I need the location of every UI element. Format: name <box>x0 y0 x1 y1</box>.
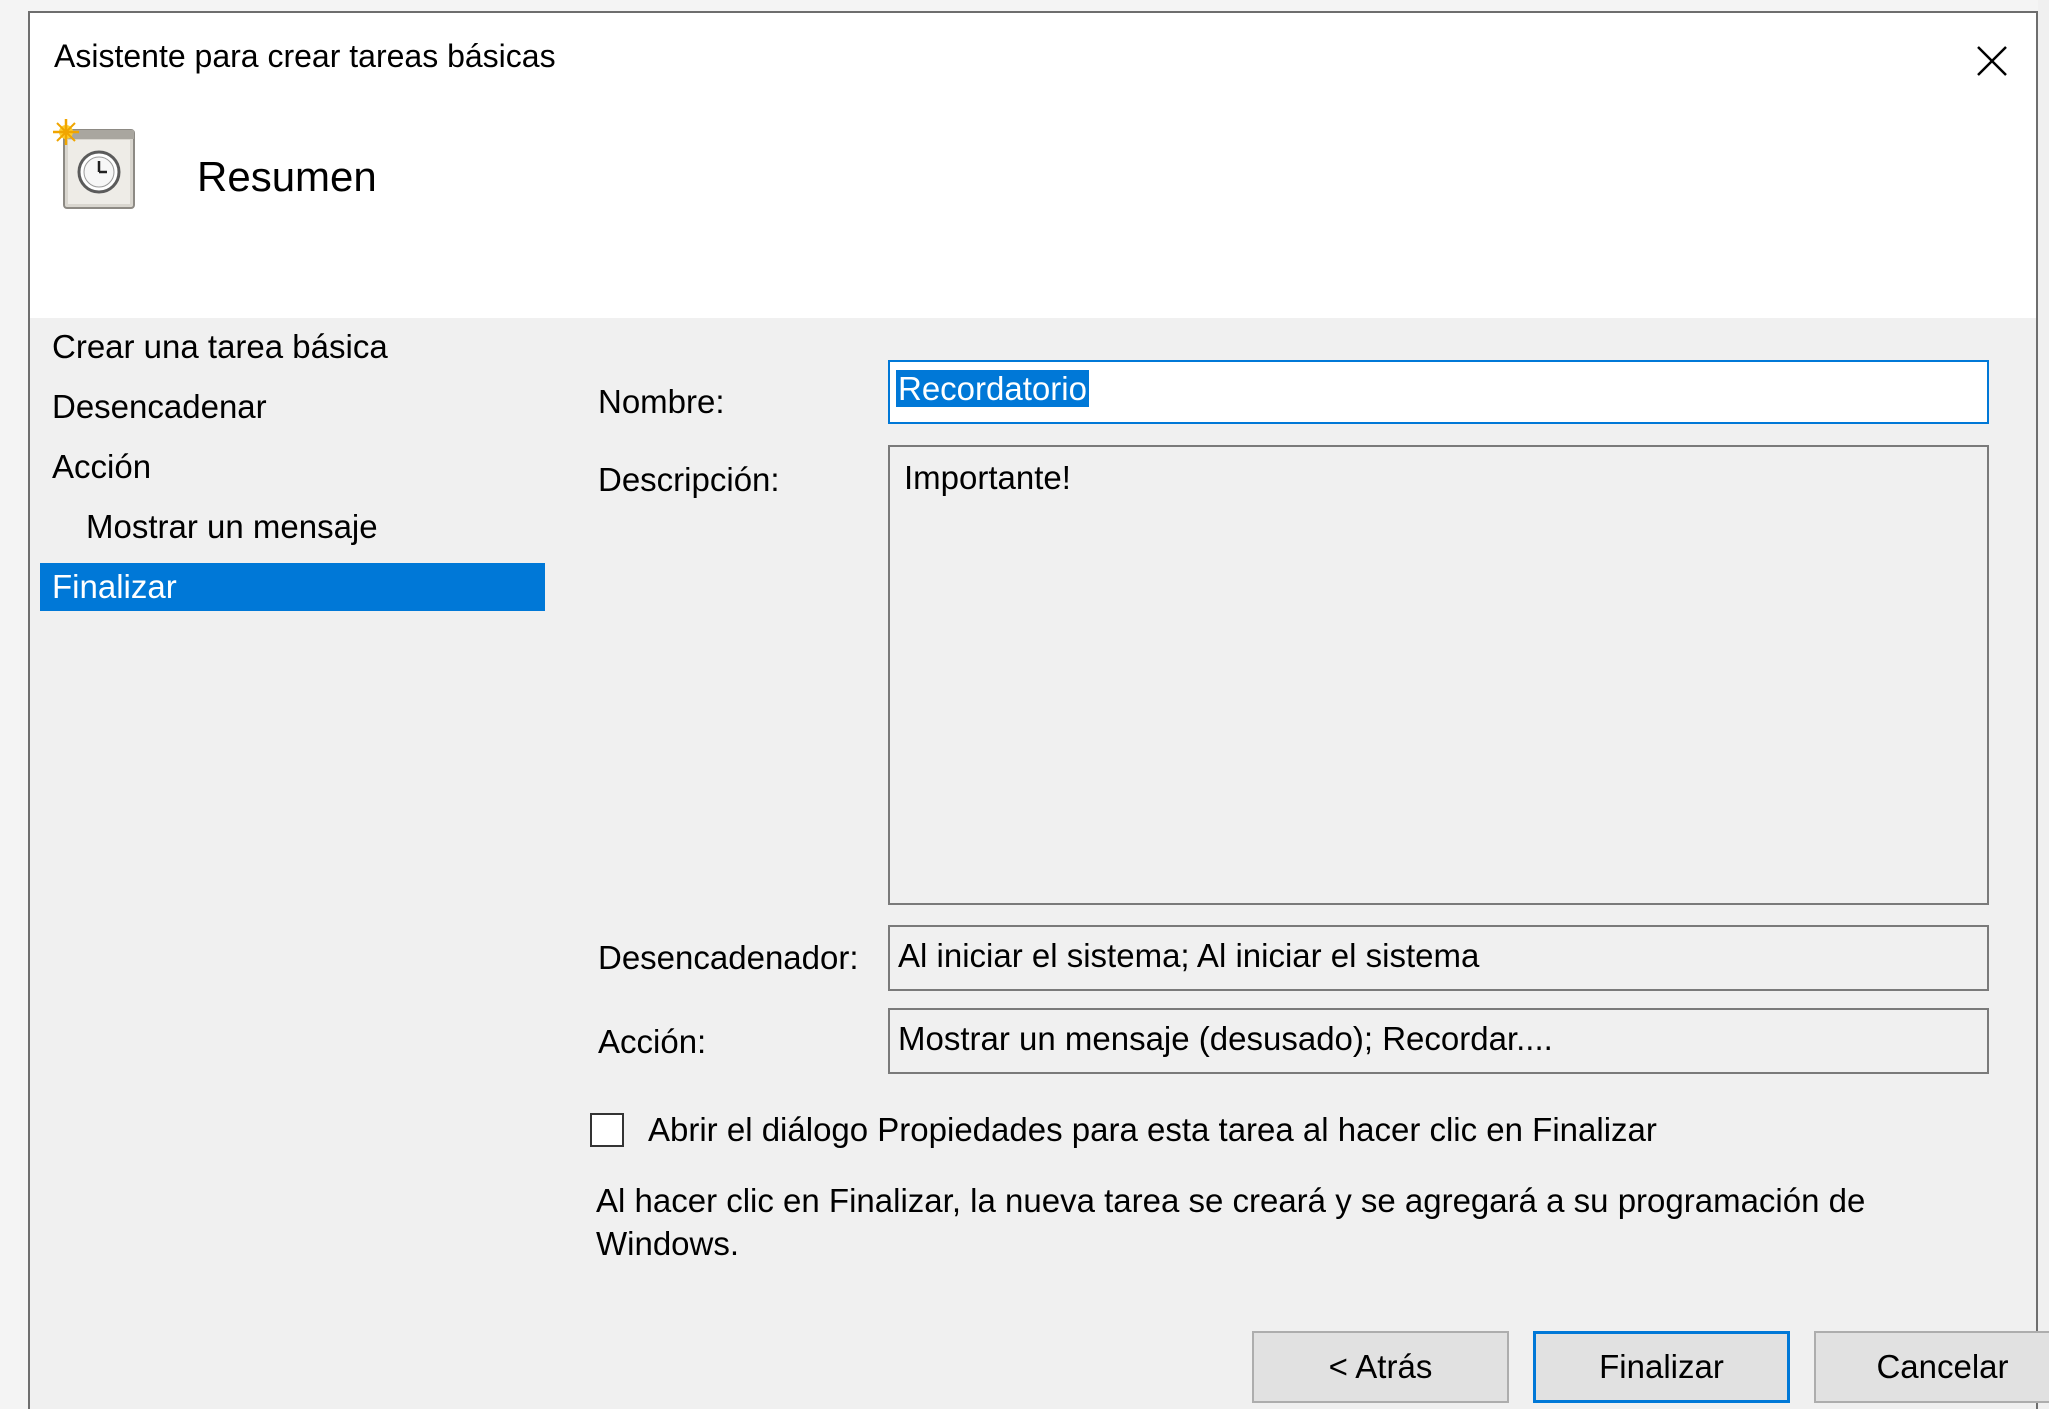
scheduled-task-icon <box>53 119 135 209</box>
name-value-selected: Recordatorio <box>896 370 1089 407</box>
window-title: Asistente para crear tareas básicas <box>54 38 556 74</box>
step-finish[interactable]: Finalizar <box>40 563 545 611</box>
close-icon <box>1977 46 2007 76</box>
trigger-field: Al iniciar el sistema; Al iniciar el sis… <box>888 925 1989 991</box>
name-label: Nombre: <box>598 383 725 420</box>
description-field[interactable]: Importante! <box>888 445 1989 905</box>
wizard-steps-nav: Crear una tarea básica Desencadenar Acci… <box>40 323 545 623</box>
finish-button[interactable]: Finalizar <box>1533 1331 1790 1403</box>
step-trigger[interactable]: Desencadenar <box>40 383 545 431</box>
trigger-label: Desencadenador: <box>598 939 859 976</box>
wizard-header: Asistente para crear tareas básicas Resu… <box>30 13 2036 318</box>
page-heading: Resumen <box>197 153 377 200</box>
action-label: Acción: <box>598 1023 707 1060</box>
close-button[interactable] <box>1962 31 2022 91</box>
background-window-edge-top <box>0 0 2049 11</box>
open-properties-checkbox[interactable] <box>590 1113 624 1147</box>
open-properties-label[interactable]: Abrir el diálogo Propiedades para esta t… <box>648 1111 1657 1149</box>
cancel-button[interactable]: Cancelar <box>1814 1331 2049 1403</box>
name-field[interactable]: Recordatorio <box>888 360 1989 424</box>
step-action[interactable]: Acción <box>40 443 545 491</box>
basic-task-wizard-dialog: Asistente para crear tareas básicas Resu… <box>28 11 2049 1409</box>
back-button[interactable]: < Atrás <box>1252 1331 1509 1403</box>
action-field: Mostrar un mensaje (desusado); Recordar.… <box>888 1008 1989 1074</box>
finish-note: Al hacer clic en Finalizar, la nueva tar… <box>596 1182 1866 1262</box>
open-properties-option[interactable]: Abrir el diálogo Propiedades para esta t… <box>590 1111 1657 1149</box>
background-window-edge-right <box>2038 0 2049 1409</box>
step-create-basic-task[interactable]: Crear una tarea básica <box>40 323 545 371</box>
step-display-message[interactable]: Mostrar un mensaje <box>40 503 545 551</box>
description-label: Descripción: <box>598 461 780 498</box>
background-window-edge-left <box>0 0 28 1409</box>
